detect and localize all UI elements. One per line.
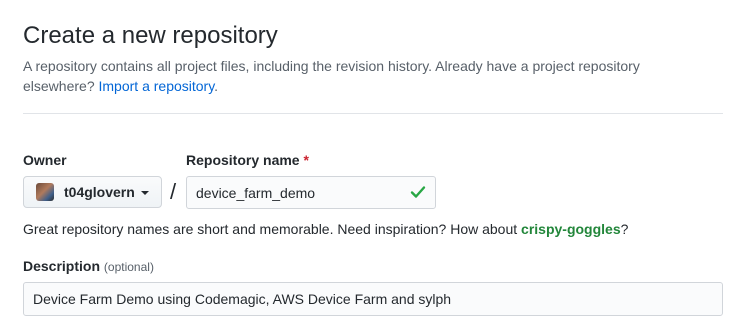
new-repository-form: Create a new repository A repository con… — [0, 0, 737, 324]
description-suffix: . — [214, 78, 219, 94]
optional-label: (optional) — [103, 260, 154, 274]
required-indicator: * — [303, 152, 309, 168]
name-suggestion[interactable]: crispy-goggles — [521, 221, 621, 237]
hint-text: Great repository names are short and mem… — [23, 221, 518, 237]
chevron-down-icon — [140, 191, 149, 195]
description-label-text: Description — [23, 258, 101, 274]
page-title: Create a new repository — [23, 22, 278, 49]
repository-name-input[interactable] — [186, 176, 436, 209]
hint-suffix: ? — [620, 221, 629, 237]
page-description: A repository contains all project files,… — [23, 56, 703, 96]
divider — [23, 113, 723, 114]
owner-dropdown-button[interactable]: t04glovern — [23, 176, 162, 208]
repository-name-label-text: Repository name — [186, 152, 300, 168]
repository-name-hint: Great repository names are short and mem… — [23, 219, 628, 239]
description-label: Description (optional) — [23, 256, 154, 277]
repository-name-label: Repository name * — [186, 150, 309, 170]
avatar — [36, 183, 54, 201]
import-repository-link[interactable]: Import a repository — [99, 78, 215, 94]
owner-repo-separator: / — [170, 179, 177, 204]
description-input[interactable] — [23, 282, 723, 316]
owner-label: Owner — [23, 152, 67, 168]
owner-name: t04glovern — [64, 184, 135, 200]
check-icon — [410, 186, 426, 198]
